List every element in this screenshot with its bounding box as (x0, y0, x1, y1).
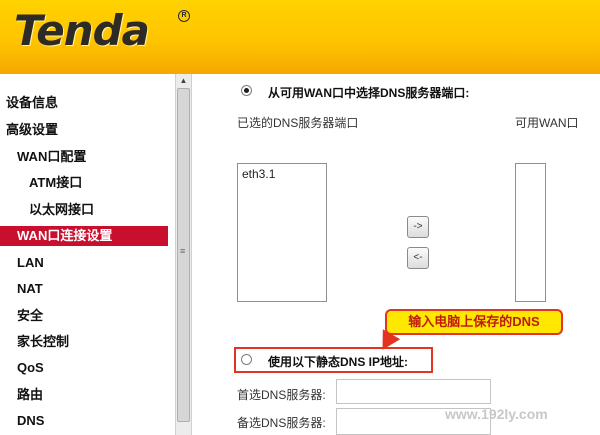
list-item[interactable]: eth3.1 (242, 167, 275, 181)
sidebar-item-advanced[interactable]: 高级设置 (0, 120, 170, 140)
sidebar-item-security[interactable]: 安全 (0, 306, 170, 326)
selected-ports-listbox[interactable]: eth3.1 (237, 163, 327, 302)
scroll-up-arrow-icon[interactable]: ▲ (177, 76, 190, 86)
sidebar-item-wan-connection[interactable]: WAN口连接设置 (0, 226, 168, 246)
grip-icon: ≡ (180, 246, 186, 256)
sidebar-item-ethernet[interactable]: 以太网接口 (0, 200, 170, 220)
sidebar-item-parental[interactable]: 家长控制 (0, 332, 170, 352)
sidebar-item-wan-config[interactable]: WAN口配置 (0, 147, 170, 167)
header-banner: Tenda R (0, 0, 600, 74)
sidebar-item-dns[interactable]: DNS (0, 411, 170, 431)
available-wan-listbox[interactable] (515, 163, 546, 302)
move-right-button[interactable]: -> (407, 216, 429, 238)
sidebar-item-nat[interactable]: NAT (0, 279, 170, 299)
sidebar-item-qos[interactable]: QoS (0, 358, 170, 378)
secondary-dns-label: 备选DNS服务器: (237, 416, 326, 430)
sidebar-item-lan[interactable]: LAN (0, 253, 170, 273)
watermark: www.192ly.com (445, 406, 548, 422)
available-wan-heading: 可用WAN口 (515, 116, 579, 130)
primary-dns-label: 首选DNS服务器: (237, 388, 326, 402)
selected-ports-heading: 已选的DNS服务器端口 (237, 116, 359, 130)
sidebar-item-device-info[interactable]: 设备信息 (0, 93, 170, 113)
sidebar-item-routing[interactable]: 路由 (0, 385, 170, 405)
sidebar-scrollbar[interactable]: ▲ ≡ (175, 74, 192, 435)
sidebar-item-atm[interactable]: ATM接口 (0, 173, 170, 193)
option-static-dns-label: 使用以下静态DNS IP地址: (268, 355, 409, 369)
primary-dns-input[interactable] (336, 379, 491, 404)
scroll-thumb[interactable]: ≡ (177, 88, 190, 422)
tenda-logo: Tenda (14, 6, 150, 55)
annotation-callout: 输入电脑上保存的DNS (385, 309, 563, 335)
move-left-button[interactable]: <- (407, 247, 429, 269)
registered-mark-icon: R (178, 10, 190, 22)
option-wan-dns-label: 从可用WAN口中选择DNS服务器端口: (268, 86, 470, 100)
radio-select-wan-dns[interactable] (241, 85, 252, 96)
sidebar: 设备信息 高级设置 WAN口配置 ATM接口 以太网接口 WAN口连接设置 LA… (0, 74, 176, 435)
radio-static-dns[interactable] (241, 354, 252, 365)
